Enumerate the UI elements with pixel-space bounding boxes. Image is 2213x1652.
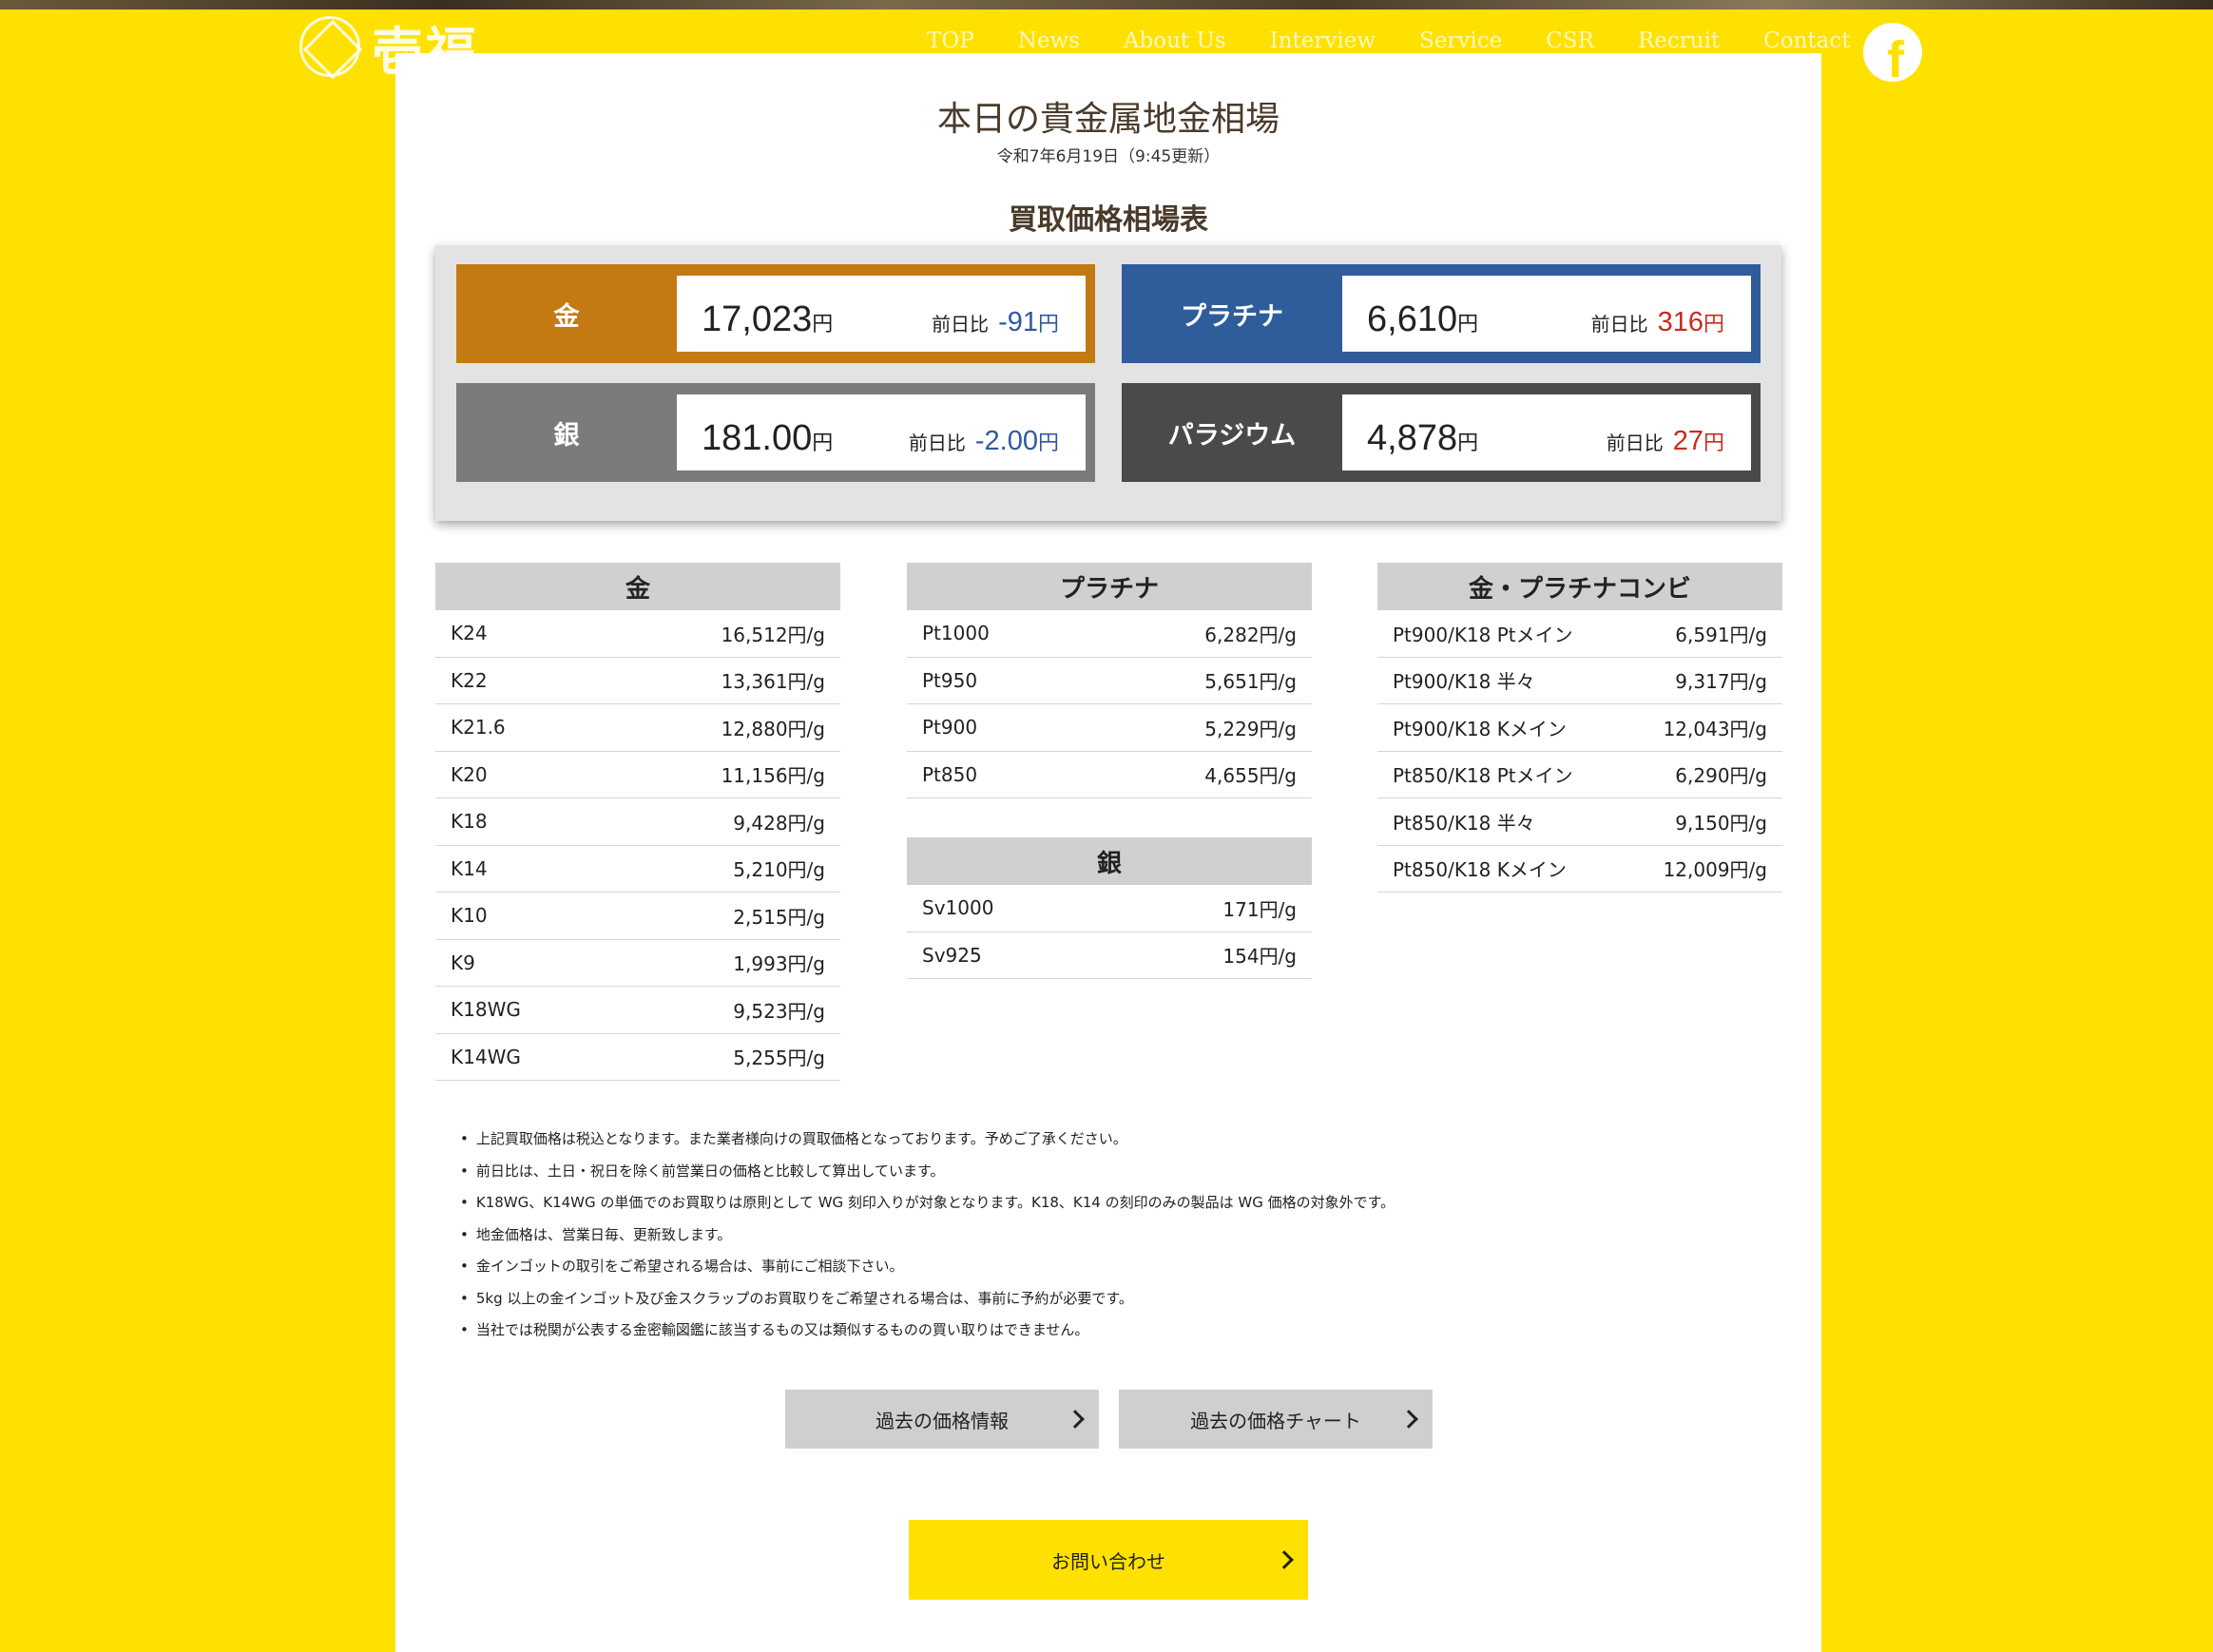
- nav-item-contact[interactable]: Contact: [1763, 29, 1850, 53]
- rate-name: パラジウム: [1167, 420, 1297, 451]
- rate-palladium: パラジウム 4,878円 前日比 27円: [1122, 383, 1761, 482]
- table-row: K14 5,210円/g: [435, 846, 840, 893]
- rate-diff: 前日比 316円: [1590, 307, 1724, 337]
- table-row: K24 16,512円/g: [435, 610, 840, 658]
- rate-value-box: 181.00円 前日比 -2.00円: [677, 394, 1086, 471]
- rate-diff: 前日比 -2.00円: [908, 426, 1059, 456]
- facebook-icon[interactable]: f: [1863, 23, 1922, 82]
- update-date: 令和7年6月19日（9:45更新）: [996, 147, 1221, 166]
- table-row: K14WG 5,255円/g: [435, 1034, 840, 1081]
- table-header: 金: [435, 563, 840, 610]
- table-row: Pt950 5,651円/g: [907, 658, 1312, 704]
- table-row: K22 13,361円/g: [435, 658, 840, 704]
- rate-value-box: 17,023円 前日比 -91円: [677, 276, 1086, 352]
- rate-silver: 銀 181.00円 前日比 -2.00円: [456, 383, 1095, 482]
- gold-price-table: 金 K24 16,512円/g K22 13,361円/g K21.6 12,880円…: [435, 563, 840, 1081]
- note-item: 前日比は、土日・祝日を除く前営業日の価格と比較して算出しています。: [460, 1156, 1395, 1188]
- main-nav: TOP News About Us Interview Service CSR …: [927, 29, 1895, 53]
- rate-name: プラチナ: [1181, 301, 1283, 332]
- table-row: Pt900/K18 半々 9,317円/g: [1377, 658, 1782, 704]
- table-row: K10 2,515円/g: [435, 893, 840, 940]
- page-title: 本日の貴金属地金相場: [936, 100, 1280, 139]
- note-item: 金インゴットの取引をご希望される場合は、事前にご相談下さい。: [460, 1251, 1395, 1283]
- rate-diff: 前日比 -91円: [932, 307, 1059, 337]
- table-header: プラチナ: [907, 563, 1312, 610]
- table-row: K9 1,993円/g: [435, 940, 840, 987]
- rate-name: 銀: [553, 420, 580, 451]
- nav-item-service[interactable]: Service: [1419, 29, 1502, 53]
- spot-rates-panel: 金 17,023円 前日比 -91円 プラチナ 6,610円 前日比 316円 銀 …: [435, 245, 1781, 521]
- table-row: K21.6 12,880円/g: [435, 704, 840, 752]
- nav-item-top[interactable]: TOP: [927, 29, 974, 53]
- logo-mark-icon: [299, 16, 360, 77]
- main-content-card: 本日の貴金属地金相場 令和7年6月19日（9:45更新） 買取価格相場表 金 1…: [395, 53, 1821, 1652]
- table-header: 銀: [907, 837, 1312, 885]
- rate-price: 181.00円: [702, 418, 834, 458]
- nav-item-csr[interactable]: CSR: [1546, 29, 1594, 53]
- note-item: 当社では税関が公表する金密輸図鑑に該当するもの又は類似するものの買い取りはできま…: [460, 1315, 1395, 1347]
- table-row: Pt900 5,229円/g: [907, 704, 1312, 752]
- platinum-price-table: プラチナ Pt1000 6,282円/g Pt950 5,651円/g Pt900 5…: [907, 563, 1312, 798]
- table-row: Sv925 154円/g: [907, 932, 1312, 979]
- past-chart-label: 過去の価格チャート: [1190, 1409, 1361, 1432]
- past-prices-button[interactable]: 過去の価格情報: [785, 1390, 1099, 1449]
- silver-price-table: 銀 Sv1000 171円/g Sv925 154円/g: [907, 837, 1312, 979]
- section-title: 買取価格相場表: [1009, 203, 1208, 237]
- table-row: Pt900/K18 Kメイン 12,043円/g: [1377, 704, 1782, 752]
- table-row: Pt850/K18 Kメイン 12,009円/g: [1377, 846, 1782, 893]
- past-prices-label: 過去の価格情報: [876, 1409, 1009, 1432]
- past-chart-button[interactable]: 過去の価格チャート: [1119, 1390, 1433, 1449]
- table-row: K18WG 9,523円/g: [435, 987, 840, 1034]
- rate-gold: 金 17,023円 前日比 -91円: [456, 264, 1095, 363]
- chevron-right-icon: [1066, 1410, 1085, 1429]
- header-background-strip: [0, 0, 2213, 10]
- table-header: 金・プラチナコンビ: [1377, 563, 1782, 610]
- combi-price-table: 金・プラチナコンビ Pt900/K18 Ptメイン 6,591円/g Pt900/…: [1377, 563, 1782, 893]
- table-row: Sv1000 171円/g: [907, 885, 1312, 932]
- contact-button[interactable]: お問い合わせ: [909, 1520, 1308, 1600]
- notes-list: 上記買取価格は税込となります。また業者様向けの買取価格となっております。予めご了…: [460, 1124, 1395, 1347]
- chevron-right-icon: [1399, 1410, 1418, 1429]
- table-row: K20 11,156円/g: [435, 752, 840, 798]
- table-row: Pt850/K18 半々 9,150円/g: [1377, 798, 1782, 846]
- rate-price: 17,023円: [702, 299, 834, 339]
- note-item: 上記買取価格は税込となります。また業者様向けの買取価格となっております。予めご了…: [460, 1124, 1395, 1156]
- nav-item-about-us[interactable]: About Us: [1124, 29, 1226, 53]
- rate-price: 4,878円: [1367, 418, 1479, 458]
- note-item: 地金価格は、営業日毎、更新致します。: [460, 1220, 1395, 1252]
- rate-value-box: 4,878円 前日比 27円: [1342, 394, 1751, 471]
- note-item: K18WG、K14WG の単価でのお買取りは原則として WG 刻印入りが対象とな…: [460, 1187, 1395, 1220]
- table-row: K18 9,428円/g: [435, 798, 840, 846]
- nav-item-recruit[interactable]: Recruit: [1638, 29, 1720, 53]
- rate-price: 6,610円: [1367, 299, 1479, 339]
- table-row: Pt850/K18 Ptメイン 6,290円/g: [1377, 752, 1782, 798]
- contact-label: お問い合わせ: [1051, 1549, 1165, 1573]
- table-row: Pt850 4,655円/g: [907, 752, 1312, 798]
- nav-item-interview[interactable]: Interview: [1270, 29, 1376, 53]
- chevron-right-icon: [1275, 1550, 1294, 1569]
- nav-item-news[interactable]: News: [1018, 29, 1080, 53]
- note-item: 5kg 以上の金インゴット及び金スクラップのお買取りをご希望される場合は、事前に…: [460, 1283, 1395, 1316]
- rate-platinum: プラチナ 6,610円 前日比 316円: [1122, 264, 1761, 363]
- table-row: Pt900/K18 Ptメイン 6,591円/g: [1377, 610, 1782, 658]
- table-row: Pt1000 6,282円/g: [907, 610, 1312, 658]
- rate-diff: 前日比 27円: [1606, 426, 1724, 456]
- rate-name: 金: [553, 301, 580, 332]
- rate-value-box: 6,610円 前日比 316円: [1342, 276, 1751, 352]
